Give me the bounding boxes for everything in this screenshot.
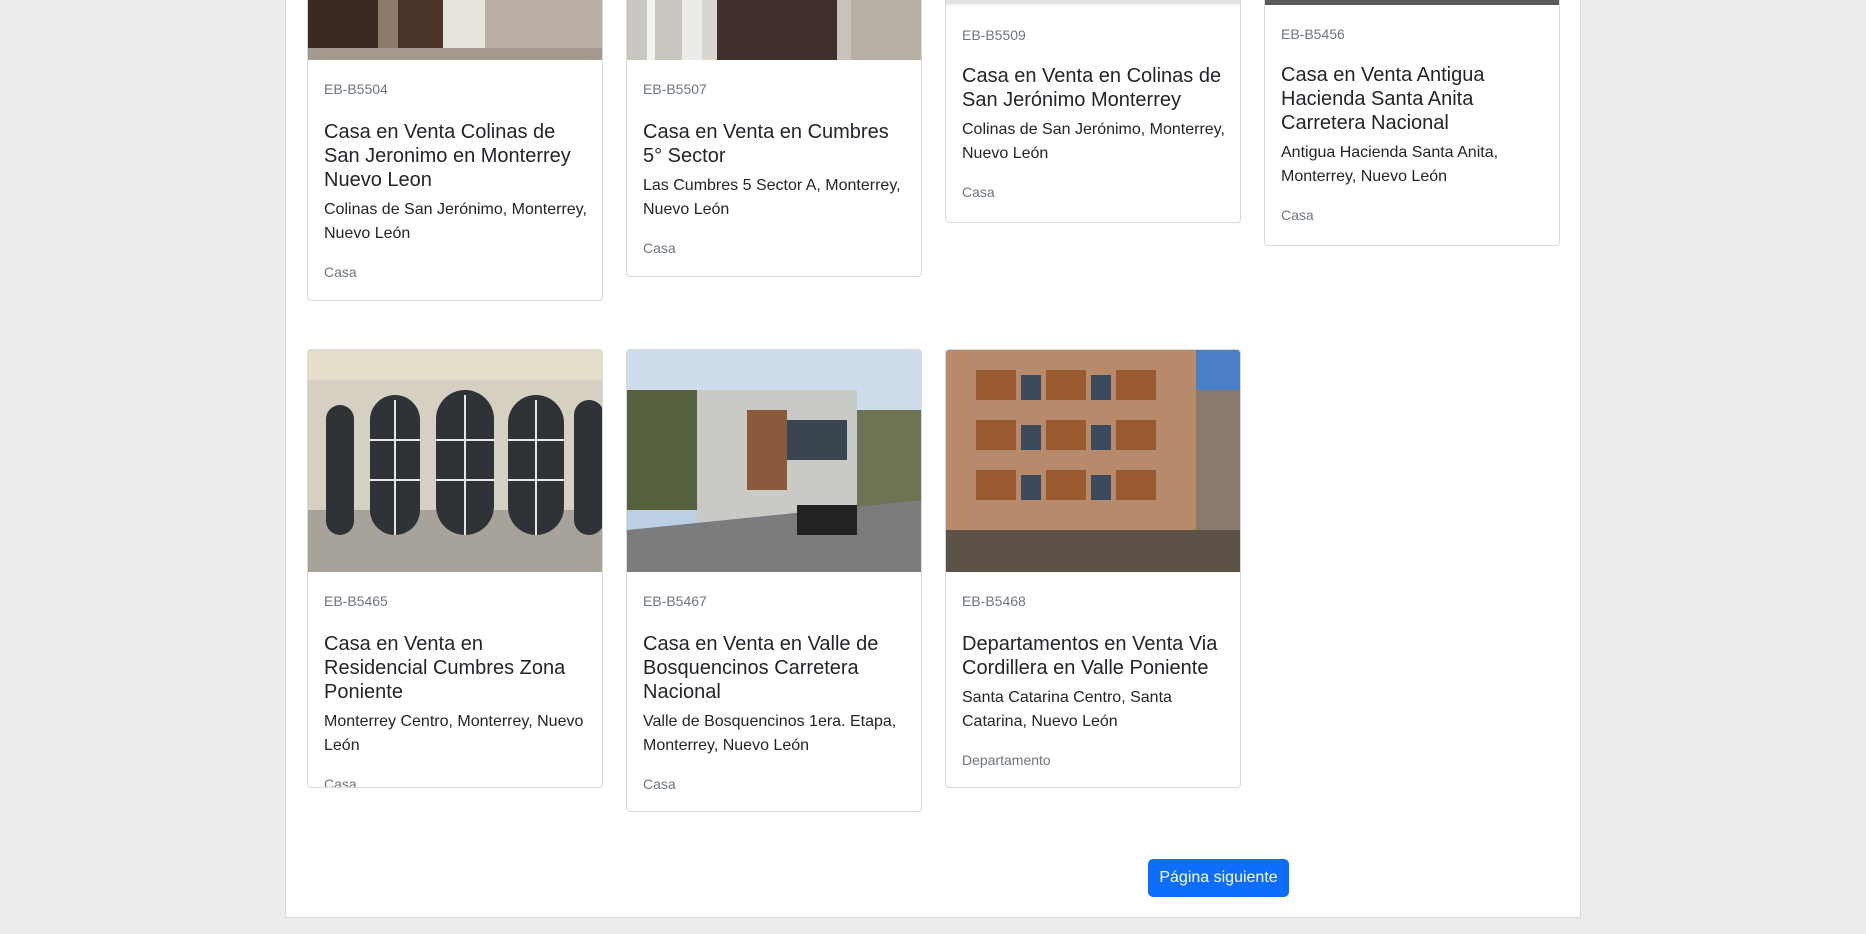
listing-type: Casa [324, 776, 357, 788]
listing-card[interactable]: EB-B5467 Casa en Venta en Valle de Bosqu… [626, 349, 922, 812]
listing-address: Valle de Bosquencinos 1era. Etapa, Monte… [643, 713, 897, 754]
property-photo[interactable] [946, 350, 1240, 572]
listings-container: EB-B5504 Casa en Venta Colinas de San Je… [285, 0, 1581, 918]
listing-title[interactable]: Casa en Venta Antigua Hacienda Santa Ani… [1281, 63, 1545, 135]
listing-title[interactable]: Casa en Venta en Valle de Bosquencinos C… [643, 632, 907, 704]
listing-card[interactable]: EB-B5465 Casa en Venta en Residencial Cu… [307, 349, 603, 788]
listing-card[interactable]: EB-B5504 Casa en Venta Colinas de San Je… [307, 0, 603, 301]
listing-code: EB-B5507 [643, 81, 707, 97]
listing-code: EB-B5465 [324, 593, 388, 609]
listing-type: Casa [643, 776, 676, 792]
listing-card[interactable]: EB-B5456 Casa en Venta Antigua Hacienda … [1264, 0, 1560, 246]
property-photo[interactable] [308, 350, 602, 572]
listing-address: Colinas de San Jerónimo, Monterrey, Nuev… [962, 121, 1225, 162]
listing-title[interactable]: Casa en Venta Colinas de San Jeronimo en… [324, 120, 588, 192]
property-photo[interactable] [627, 0, 921, 60]
listing-title[interactable]: Departamentos en Venta Via Cordillera en… [962, 632, 1226, 680]
listing-address: Las Cumbres 5 Sector A, Monterrey, Nuevo… [643, 177, 901, 218]
listing-type: Casa [1281, 207, 1314, 223]
listing-title[interactable]: Casa en Venta en Cumbres 5° Sector [643, 120, 907, 168]
listing-title[interactable]: Casa en Venta en Residencial Cumbres Zon… [324, 632, 588, 704]
listing-address: Colinas de San Jerónimo, Monterrey, Nuev… [324, 201, 587, 242]
listing-type: Departamento [962, 752, 1051, 768]
next-page-button[interactable]: Página siguiente [1148, 859, 1289, 897]
property-photo[interactable] [946, 0, 1240, 6]
listing-address: Santa Catarina Centro, Santa Catarina, N… [962, 689, 1172, 730]
listing-address: Monterrey Centro, Monterrey, Nuevo León [324, 713, 584, 754]
listing-code: EB-B5509 [962, 27, 1026, 43]
listing-code: EB-B5504 [324, 81, 388, 97]
listing-code: EB-B5456 [1281, 26, 1345, 42]
listing-title[interactable]: Casa en Venta en Colinas de San Jerónimo… [962, 64, 1226, 112]
property-photo[interactable] [627, 350, 921, 572]
property-photo[interactable] [1265, 0, 1559, 5]
property-photo[interactable] [308, 0, 602, 60]
listing-type: Casa [643, 240, 676, 256]
listing-type: Casa [962, 184, 995, 200]
listing-address: Antigua Hacienda Santa Anita, Monterrey,… [1281, 144, 1499, 185]
listing-type: Casa [324, 264, 357, 280]
listing-card[interactable]: EB-B5509 Casa en Venta en Colinas de San… [945, 0, 1241, 223]
listing-card[interactable]: EB-B5507 Casa en Venta en Cumbres 5° Sec… [626, 0, 922, 277]
listing-code: EB-B5468 [962, 593, 1026, 609]
listing-code: EB-B5467 [643, 593, 707, 609]
listing-card[interactable]: EB-B5468 Departamentos en Venta Via Cord… [945, 349, 1241, 788]
